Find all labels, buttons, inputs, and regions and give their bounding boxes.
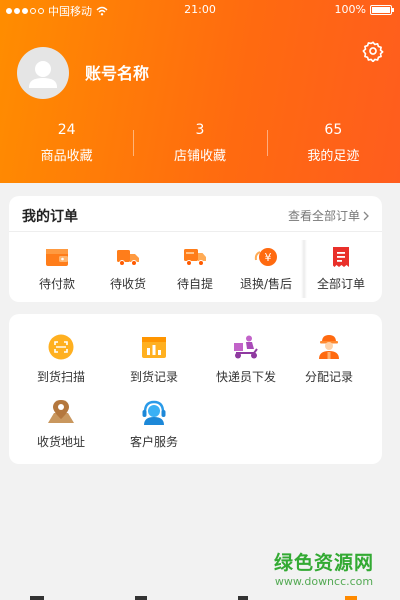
order-status-row: 待付款 待收货 待自提 ¥ 退换/售后 全部订单: [9, 232, 382, 302]
scan-icon: [48, 334, 74, 360]
stats-row: 24 商品收藏 3 店铺收藏 65 我的足迹: [0, 120, 400, 170]
profile-header: 中国移动 21:00 100% 账号名称 24 商品收藏 3 店铺收藏 65 我…: [0, 0, 400, 183]
order-item-label: 待收货: [109, 277, 146, 291]
gear-icon[interactable]: [362, 40, 384, 62]
watermark-title: 绿色资源网: [273, 552, 374, 574]
service-allocation-records[interactable]: 分配记录: [284, 334, 374, 385]
chevron-right-icon: [363, 211, 369, 220]
order-pending-payment[interactable]: 待付款: [21, 246, 93, 292]
service-courier-dispatch[interactable]: 快递员下发: [201, 334, 291, 385]
service-label: 到货扫描: [36, 370, 85, 384]
service-arrival-records[interactable]: 到货记录: [109, 334, 199, 385]
service-label: 收货地址: [36, 435, 85, 449]
stat-label: 商品收藏: [40, 149, 93, 164]
stat-count: 24: [57, 122, 76, 138]
pickup-truck-icon: [184, 249, 206, 266]
stat-shop-favorites[interactable]: 3 店铺收藏: [133, 120, 266, 170]
bottom-tab-bar-edge: [30, 596, 357, 600]
avatar[interactable]: [17, 47, 69, 99]
order-item-label: 退换/售后: [239, 277, 293, 291]
my-orders-card: 我的订单 查看全部订单 待付款 待收货 待自提 ¥ 退换/售后 全部订单: [9, 196, 382, 302]
service-arrival-scan[interactable]: 到货扫描: [16, 334, 106, 385]
stat-footprints[interactable]: 65 我的足迹: [266, 120, 400, 170]
account-name[interactable]: 账号名称: [85, 60, 149, 84]
worker-icon: [319, 335, 339, 359]
stat-count: 3: [195, 122, 205, 138]
wallet-icon: [46, 249, 68, 266]
order-all-orders[interactable]: 全部订单: [305, 246, 377, 292]
order-item-label: 待付款: [38, 277, 75, 291]
stat-count: 65: [324, 122, 343, 138]
battery-icon: [370, 4, 394, 15]
yen-refund-icon: ¥: [254, 248, 277, 266]
user-silhouette-icon: [29, 61, 57, 88]
order-item-label: 待自提: [176, 277, 213, 291]
stat-label: 店铺收藏: [173, 149, 226, 164]
receipt-icon: [333, 247, 349, 267]
service-label: 快递员下发: [215, 370, 276, 384]
stat-product-favorites[interactable]: 24 商品收藏: [0, 120, 133, 170]
headset-icon: [142, 400, 166, 425]
watermark-url: www.downcc.com: [274, 575, 374, 588]
truck-icon: [117, 250, 139, 266]
view-all-orders-link[interactable]: 查看全部订单: [288, 207, 370, 224]
order-returns-aftersales[interactable]: ¥ 退换/售后: [230, 246, 302, 292]
service-label: 分配记录: [304, 370, 353, 384]
stat-label: 我的足迹: [307, 149, 360, 164]
service-label: 客户服务: [129, 435, 178, 449]
courier-scooter-icon: [234, 335, 258, 359]
battery-percent: 100%: [334, 3, 366, 16]
service-delivery-address[interactable]: 收货地址: [16, 399, 106, 450]
map-pin-icon: [48, 400, 74, 423]
order-item-label: 全部订单: [316, 277, 365, 291]
service-customer-service[interactable]: 客户服务: [109, 399, 199, 450]
services-card: 到货扫描 到货记录 快递员下发 分配记录 收货地址 客户服务: [9, 314, 382, 464]
order-self-pickup[interactable]: 待自提: [159, 246, 231, 292]
status-bar: 中国移动 21:00 100%: [0, 0, 400, 20]
service-label: 到货记录: [129, 370, 178, 384]
view-all-orders-label: 查看全部订单: [287, 209, 360, 223]
orders-title: 我的订单: [22, 209, 78, 225]
orders-header: 我的订单 查看全部订单: [9, 196, 382, 232]
svg-text:¥: ¥: [265, 251, 272, 264]
site-watermark: 绿色资源网 www.downcc.com: [264, 548, 384, 588]
order-pending-receipt[interactable]: 待收货: [92, 246, 164, 292]
record-chart-icon: [142, 337, 166, 358]
